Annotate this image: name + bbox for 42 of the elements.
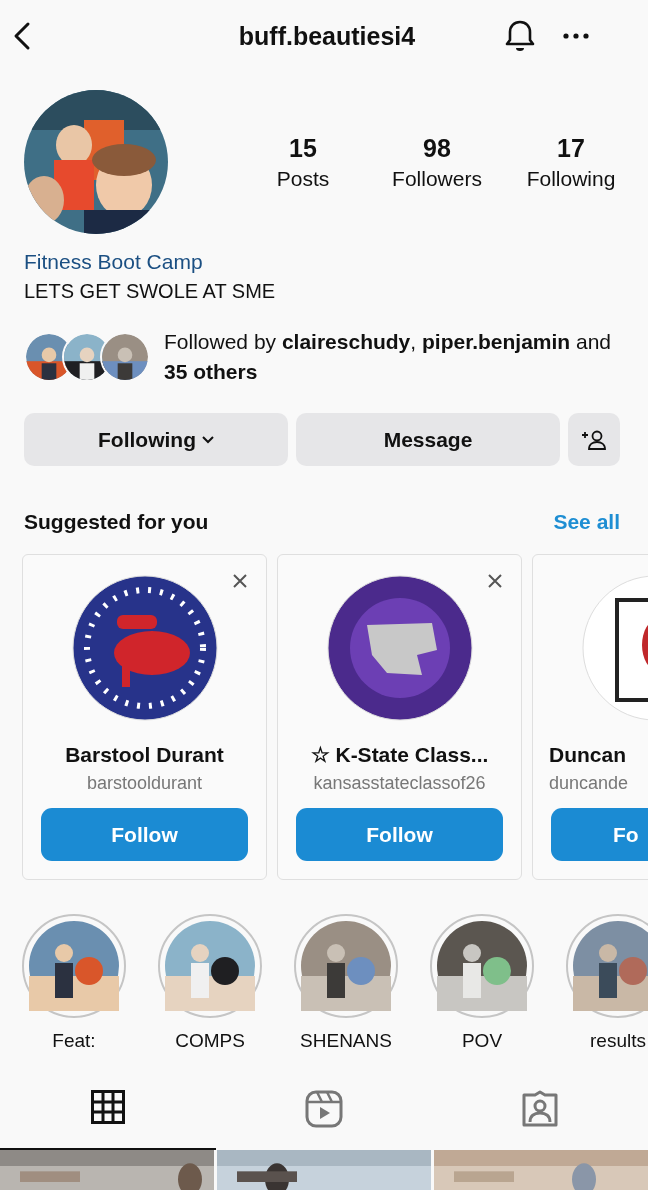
highlight-label[interactable]: COMPS (175, 1030, 245, 1052)
close-icon[interactable] (232, 573, 248, 589)
grid-icon (91, 1090, 125, 1124)
stat-count[interactable]: 17 (557, 133, 585, 163)
highlight-ring[interactable] (294, 914, 398, 1018)
stat-label[interactable]: Followers (392, 166, 482, 191)
message-button[interactable]: Message (296, 413, 560, 466)
account-handle: duncande (548, 773, 629, 794)
following-button[interactable]: Following (24, 413, 288, 466)
highlight-label[interactable]: Feat: (52, 1030, 96, 1052)
bio-text: LETS GET SWOLE AT SME (24, 280, 276, 303)
highlight-ring[interactable] (566, 914, 648, 1018)
back-icon[interactable] (12, 21, 32, 51)
highlight-ring[interactable] (430, 914, 534, 1018)
account-handle: barstooldurant (86, 773, 203, 794)
reels-icon (305, 1090, 343, 1128)
account-name: Barstool Durant (65, 743, 224, 767)
follow-button[interactable]: Follow (41, 808, 248, 861)
highlight-ring[interactable] (158, 914, 262, 1018)
account-handle: kansasstateclassof26 (313, 773, 486, 794)
username-title: buff.beautiesi4 (237, 21, 417, 51)
section-title: Suggested for you (24, 510, 209, 534)
follow-button[interactable]: Fo (551, 808, 648, 861)
follow-button[interactable]: Follow (296, 808, 503, 861)
stat-count[interactable]: 15 (289, 133, 317, 163)
close-icon[interactable] (487, 573, 503, 589)
stat-label[interactable]: Posts (276, 166, 330, 191)
stat-count[interactable]: 98 (423, 133, 451, 163)
stat-label[interactable]: Following (526, 166, 616, 191)
add-person-icon (581, 428, 607, 451)
caret-icon (202, 435, 214, 444)
highlight-label[interactable]: POV (461, 1030, 503, 1052)
tagged-icon (521, 1090, 559, 1128)
category-label: Fitness Boot Camp (24, 250, 203, 274)
account-name: ☆ K-State Class... (310, 743, 489, 767)
add-person-button[interactable] (568, 413, 620, 466)
highlight-label[interactable]: results (590, 1030, 646, 1052)
highlight-ring[interactable] (22, 914, 126, 1018)
followed-by-text[interactable]: Followed by claireschudy, piper.benjamin and 35 others (164, 327, 624, 387)
highlight-label[interactable]: SHENANS (300, 1030, 392, 1052)
more-icon[interactable] (562, 32, 590, 40)
account-name: Duncan (548, 743, 626, 767)
